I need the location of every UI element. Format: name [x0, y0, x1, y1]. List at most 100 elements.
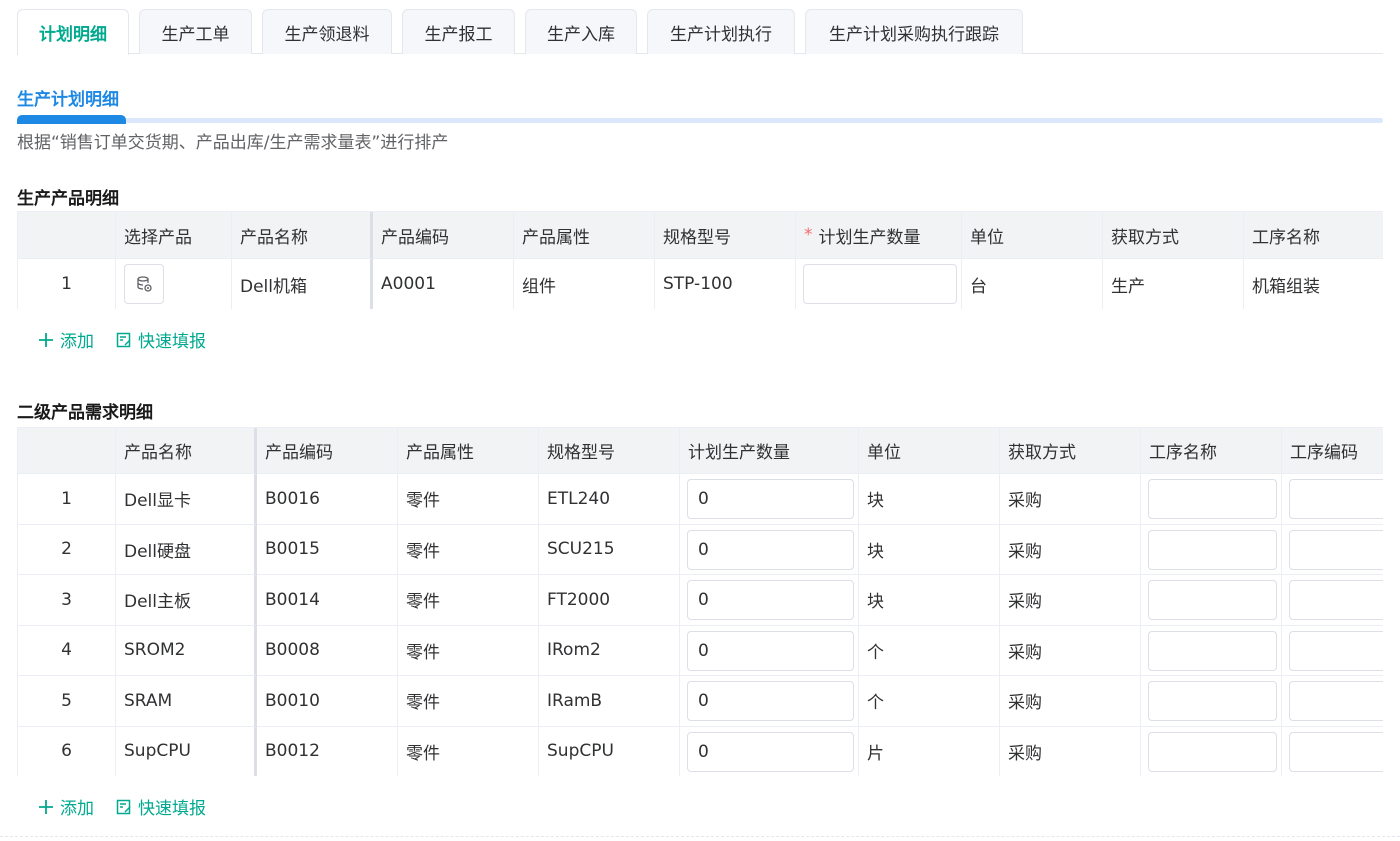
product-method: 采购 — [1000, 625, 1141, 676]
bottom-divider — [0, 836, 1400, 837]
select-product-button[interactable] — [124, 264, 164, 304]
planned-qty-input[interactable]: 0 — [687, 479, 854, 519]
qty-cell: 0 — [680, 474, 859, 525]
planned-qty-input[interactable]: 0 — [687, 681, 854, 721]
secondary-title: 二级产品需求明细 — [17, 403, 153, 423]
process-code-input[interactable] — [1289, 580, 1383, 620]
plus-icon — [39, 332, 53, 347]
product-spec: STP-100 — [655, 259, 796, 309]
tab-production-report[interactable]: 生产报工 — [402, 9, 515, 54]
tab-production-warehousing[interactable]: 生产入库 — [525, 9, 637, 54]
planned-qty-input[interactable]: 0 — [687, 580, 854, 620]
process-name-input[interactable] — [1148, 580, 1277, 620]
table-row: 6 SupCPU B0012 零件 SupCPU 0 片采购 — [18, 726, 1383, 776]
col-product-attr: 产品属性 — [398, 428, 539, 474]
product-name: Dell机箱 — [232, 259, 373, 309]
product-name: Dell显卡 — [116, 474, 257, 525]
col-unit: 单位 — [859, 428, 1000, 474]
product-attr: 零件 — [398, 474, 539, 525]
tab-plan-detail[interactable]: 计划明细 — [17, 9, 129, 55]
tab-work-order[interactable]: 生产工单 — [139, 9, 252, 54]
process-name-input[interactable] — [1148, 479, 1277, 519]
product-name: SROM2 — [116, 625, 257, 676]
select-cell — [116, 259, 232, 309]
product-spec: IRom2 — [539, 625, 680, 676]
process-code-input[interactable] — [1289, 681, 1383, 721]
section-underline — [17, 118, 1383, 123]
col-select-product: 选择产品 — [116, 212, 232, 259]
tab-plan-execution[interactable]: 生产计划执行 — [647, 9, 795, 54]
product-code: B0008 — [257, 625, 398, 676]
col-planned-qty-label: 计划生产数量 — [818, 227, 921, 248]
section-title: 生产计划明细 — [17, 90, 119, 110]
product-unit: 块 — [859, 575, 1000, 626]
add-product-button[interactable]: 添加 — [38, 327, 94, 352]
planned-qty-input[interactable]: 0 — [687, 529, 854, 570]
product-code: B0014 — [257, 575, 398, 626]
process-name-input[interactable] — [1148, 529, 1277, 570]
process-code-cell — [1282, 676, 1383, 727]
col-unit: 单位 — [962, 212, 1103, 259]
add-product-label: 添加 — [60, 332, 94, 352]
edit-form-icon — [116, 332, 131, 347]
product-spec: FT2000 — [539, 575, 680, 626]
product-unit: 个 — [859, 676, 1000, 727]
col-product-attr: 产品属性 — [514, 212, 655, 259]
process-name-cell — [1141, 575, 1282, 626]
col-product-code: 产品编码 — [373, 212, 514, 259]
required-mark: * — [804, 225, 813, 245]
col-index — [18, 428, 116, 474]
qty-cell — [796, 259, 962, 309]
process-code-input[interactable] — [1289, 529, 1383, 570]
process-name-input[interactable] — [1148, 731, 1277, 772]
col-spec: 规格型号 — [655, 212, 796, 259]
row-index: 1 — [18, 474, 116, 525]
process-code-cell — [1282, 626, 1383, 676]
product-unit: 个 — [859, 625, 1000, 676]
product-spec: SupCPU — [539, 726, 680, 776]
quick-fill-products-label: 快速填报 — [138, 332, 206, 352]
process-code-input[interactable] — [1289, 731, 1383, 772]
col-planned-qty: 计划生产数量 — [680, 428, 859, 474]
col-product-name: 产品名称 — [116, 428, 257, 474]
quick-fill-products-button[interactable]: 快速填报 — [116, 327, 206, 352]
row-index: 3 — [18, 575, 116, 626]
planned-qty-input[interactable]: 0 — [687, 630, 854, 671]
secondary-actions: 添加 快速填报 — [38, 794, 228, 819]
product-name: SupCPU — [116, 726, 257, 776]
section-description: 根据“销售订单交货期、产品出库/生产需求量表”进行排产 — [17, 133, 449, 153]
secondary-header-row: 产品名称 产品编码 产品属性 规格型号 计划生产数量 单位 获取方式 工序名称 … — [18, 428, 1383, 474]
process-code-input[interactable] — [1289, 479, 1383, 519]
planned-qty-input[interactable] — [803, 264, 957, 304]
col-process-name: 工序名称 — [1244, 212, 1383, 259]
process-name-input[interactable] — [1148, 681, 1277, 721]
qty-cell: 0 — [680, 524, 859, 575]
process-name-input[interactable] — [1148, 630, 1277, 671]
qty-cell: 0 — [680, 676, 859, 727]
process-name-cell — [1141, 524, 1282, 575]
product-method: 生产 — [1103, 259, 1244, 309]
products-header-row: 选择产品 产品名称 产品编码 产品属性 规格型号 * 计划生产数量 单位 获取方… — [18, 212, 1383, 259]
process-code-input[interactable] — [1289, 630, 1383, 671]
tab-material-issue-return[interactable]: 生产领退料 — [262, 9, 392, 54]
tab-purchase-execution-tracking[interactable]: 生产计划采购执行跟踪 — [805, 9, 1023, 54]
product-attr: 组件 — [514, 259, 655, 309]
product-spec: ETL240 — [539, 474, 680, 525]
product-code: B0015 — [257, 524, 398, 575]
row-index: 6 — [18, 726, 116, 776]
product-code: B0010 — [257, 676, 398, 727]
product-code: A0001 — [373, 259, 514, 309]
secondary-table: 产品名称 产品编码 产品属性 规格型号 计划生产数量 单位 获取方式 工序名称 … — [17, 427, 1383, 776]
process-name-cell — [1141, 726, 1282, 776]
tab-bar: 计划明细 生产工单 生产领退料 生产报工 生产入库 生产计划执行 生产计划采购执… — [17, 9, 1383, 55]
product-method: 采购 — [1000, 575, 1141, 626]
planned-qty-input[interactable]: 0 — [687, 731, 854, 772]
edit-form-icon — [116, 799, 131, 814]
add-secondary-button[interactable]: 添加 — [38, 794, 94, 819]
product-attr: 零件 — [398, 575, 539, 626]
col-method: 获取方式 — [1000, 428, 1141, 474]
col-product-name: 产品名称 — [232, 212, 373, 259]
product-name: Dell主板 — [116, 575, 257, 626]
quick-fill-secondary-button[interactable]: 快速填报 — [116, 794, 206, 819]
col-process-name: 工序名称 — [1141, 428, 1282, 474]
